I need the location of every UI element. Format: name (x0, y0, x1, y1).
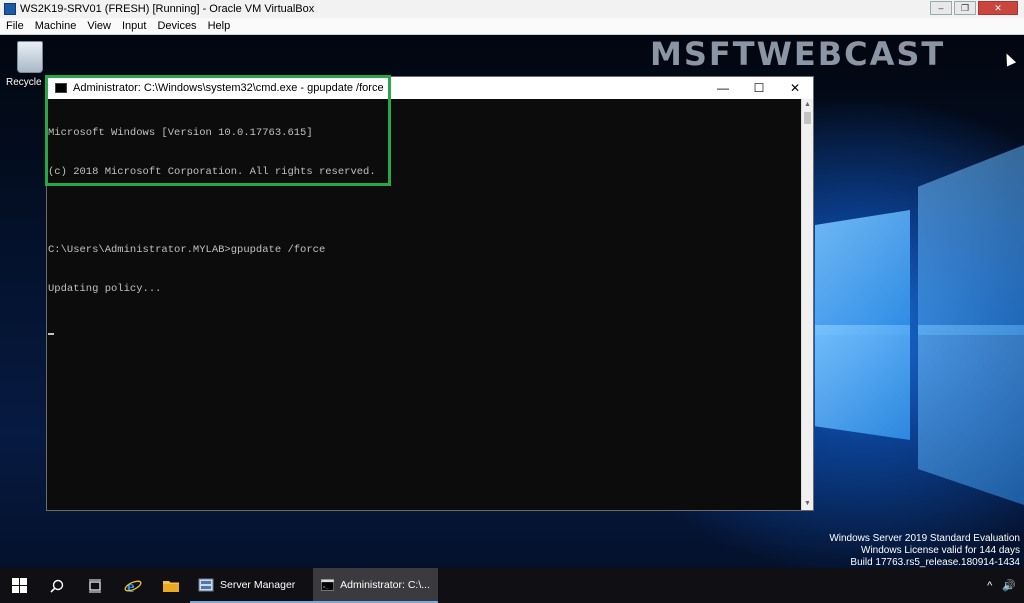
windows-start-icon (11, 578, 27, 593)
watermark: MSFTWEBCAST (650, 35, 946, 73)
evaluation-edition: Windows Server 2019 Standard Evaluation (829, 533, 1020, 544)
windows-logo-pane-top-right (918, 145, 1024, 335)
tray-chevron-icon[interactable]: ^ (987, 580, 992, 592)
virtualbox-icon (4, 3, 16, 15)
console-line: Microsoft Windows [Version 10.0.17763.61… (48, 127, 313, 139)
system-tray: ^ 🔊 (977, 568, 1016, 603)
taskbar: e Server Manager >_ Administrator: C:\..… (0, 568, 1024, 603)
folder-icon (163, 581, 179, 592)
cmd-app-icon: >_ (321, 578, 335, 591)
menu-machine[interactable]: Machine (29, 20, 82, 32)
console-line: Updating policy... (48, 283, 162, 295)
file-explorer-button[interactable] (152, 568, 190, 603)
cmd-console[interactable]: Microsoft Windows [Version 10.0.17763.61… (47, 99, 801, 510)
windows-logo-pane-bottom-left (815, 325, 910, 440)
task-view-button[interactable] (76, 568, 114, 603)
svg-text:e: e (127, 577, 135, 595)
speaker-icon[interactable]: 🔊 (1002, 579, 1016, 592)
scroll-thumb[interactable] (804, 112, 811, 124)
scroll-down-icon[interactable]: ▼ (802, 498, 813, 510)
mouse-cursor-icon (1001, 51, 1017, 67)
cmd-minimize-button[interactable]: — (705, 77, 741, 99)
host-minimize-button[interactable]: – (930, 1, 952, 15)
virtualbox-titlebar: WS2K19-SRV01 (FRESH) [Running] - Oracle … (0, 0, 1024, 19)
host-close-button[interactable]: ✕ (978, 1, 1018, 15)
evaluation-build: Build 17763.rs5_release.180914-1434 (850, 557, 1020, 568)
cmd-maximize-button[interactable]: ☐ (741, 77, 777, 99)
taskbar-server-manager[interactable]: Server Manager (190, 568, 313, 603)
internet-explorer-icon: e (124, 577, 142, 595)
console-cursor (48, 333, 54, 335)
task-view-icon (89, 579, 101, 592)
host-restore-button[interactable]: ❐ (954, 1, 976, 15)
virtualbox-menubar: File Machine View Input Devices Help (0, 18, 1024, 35)
windows-logo-pane-bottom-right (918, 325, 1024, 505)
recycle-bin-icon (17, 41, 43, 73)
evaluation-license: Windows License valid for 144 days (861, 545, 1020, 556)
menu-file[interactable]: File (0, 20, 29, 32)
guest-desktop: Recycle Bin MSFTWEBCAST Windows Server 2… (0, 35, 1024, 568)
menu-view[interactable]: View (81, 20, 116, 32)
cmd-app-label: Administrator: C:\... (340, 578, 430, 591)
svg-text:>_: >_ (323, 584, 329, 590)
console-line: (c) 2018 Microsoft Corporation. All righ… (48, 166, 376, 178)
cmd-title: Administrator: C:\Windows\system32\cmd.e… (73, 82, 384, 94)
virtualbox-title: WS2K19-SRV01 (FRESH) [Running] - Oracle … (20, 3, 315, 15)
search-icon (50, 579, 64, 593)
menu-devices[interactable]: Devices (151, 20, 201, 32)
server-manager-icon (198, 578, 214, 591)
cmd-window[interactable]: Administrator: C:\Windows\system32\cmd.e… (46, 76, 814, 511)
start-button[interactable] (0, 568, 38, 603)
windows-logo-pane-top-left (815, 210, 910, 335)
scroll-up-icon[interactable]: ▲ (802, 99, 813, 111)
cmd-close-button[interactable]: ✕ (777, 77, 813, 99)
menu-input[interactable]: Input (116, 20, 151, 32)
cmd-titlebar[interactable]: Administrator: C:\Windows\system32\cmd.e… (47, 77, 813, 99)
internet-explorer-button[interactable]: e (114, 568, 152, 603)
taskbar-cmd[interactable]: >_ Administrator: C:\... (313, 568, 438, 603)
server-manager-label: Server Manager (220, 578, 296, 591)
cmd-icon (55, 83, 67, 93)
console-line: C:\Users\Administrator.MYLAB>gpupdate /f… (48, 244, 326, 256)
menu-help[interactable]: Help (202, 20, 236, 32)
cmd-scrollbar[interactable]: ▲ ▼ (801, 99, 813, 510)
search-button[interactable] (38, 568, 76, 603)
evaluation-watermark: Windows Server 2019 Standard Evaluation … (829, 533, 1020, 568)
